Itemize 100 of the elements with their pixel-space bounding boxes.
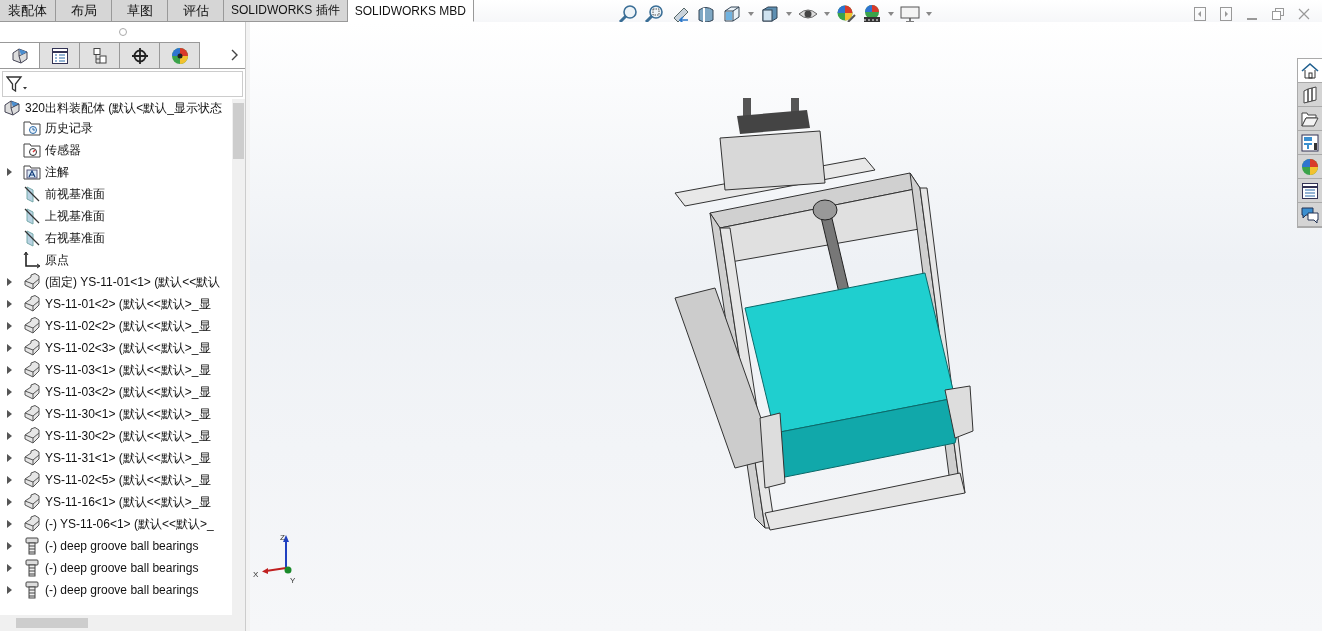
command-tab[interactable]: SOLIDWORKS 插件 — [224, 0, 348, 22]
tree-item[interactable]: 320出料装配体 (默认<默认_显示状态 — [25, 99, 223, 117]
tree-item[interactable]: YS-11-03<1> (默认<<默认>_显 — [45, 361, 211, 379]
filter-field[interactable] — [2, 71, 243, 97]
properties-list-icon — [1301, 181, 1319, 200]
expand-arrow-icon[interactable] — [7, 542, 12, 550]
expand-arrow-icon[interactable] — [7, 278, 12, 286]
command-tab[interactable]: SOLIDWORKS MBD — [347, 0, 475, 22]
tree-item[interactable]: YS-11-02<2> (默认<<默认>_显 — [45, 317, 211, 335]
chevron-right-icon[interactable] — [231, 49, 239, 61]
expand-arrow-icon[interactable] — [7, 564, 12, 572]
expand-arrow-icon[interactable] — [7, 520, 12, 528]
monitor-icon[interactable] — [900, 4, 920, 24]
sensor-folder-icon — [23, 142, 41, 158]
tree-item[interactable]: (-) deep groove ball bearings — [45, 561, 199, 575]
zoom-to-fit-icon[interactable] — [618, 4, 638, 24]
expand-arrow-icon[interactable] — [7, 410, 12, 418]
axis-label: Y — [290, 576, 296, 585]
caret-icon[interactable] — [926, 12, 932, 16]
close-icon[interactable] — [1298, 8, 1310, 20]
command-tab[interactable]: 草图 — [112, 0, 168, 22]
part-icon — [23, 317, 41, 335]
tree-item[interactable]: 前视基准面 — [45, 185, 105, 203]
plane-icon — [23, 207, 41, 225]
part-icon — [23, 383, 41, 401]
tile-left-icon[interactable] — [1194, 7, 1206, 21]
expand-arrow-icon[interactable] — [7, 476, 12, 484]
expand-arrow-icon[interactable] — [7, 322, 12, 330]
panel-tab[interactable] — [40, 42, 80, 68]
expand-arrow-icon[interactable] — [7, 344, 12, 352]
tree-item[interactable]: 传感器 — [45, 141, 81, 159]
expand-arrow-icon[interactable] — [7, 498, 12, 506]
tree-item[interactable]: YS-11-02<3> (默认<<默认>_显 — [45, 339, 211, 357]
apply-scene-icon[interactable] — [862, 4, 882, 24]
command-tab[interactable]: 评估 — [168, 0, 224, 22]
plane-icon — [23, 185, 41, 203]
expand-arrow-icon[interactable] — [7, 454, 12, 462]
expand-arrow-icon[interactable] — [7, 432, 12, 440]
books-icon — [1301, 85, 1319, 104]
part-icon — [23, 427, 41, 445]
part-icon — [23, 339, 41, 357]
horizontal-scrollbar[interactable] — [0, 615, 245, 631]
vertical-scrollbar[interactable] — [232, 99, 245, 615]
tree-item[interactable]: YS-11-16<1> (默认<<默认>_显 — [45, 493, 211, 511]
task-pane-tab[interactable] — [1298, 83, 1322, 107]
bolt-icon — [23, 559, 41, 577]
part-icon — [10, 46, 29, 65]
folder-icon — [1301, 109, 1319, 128]
crosshair-icon — [130, 46, 149, 65]
color-sphere-icon — [170, 46, 189, 65]
caret-icon[interactable] — [748, 12, 754, 16]
caret-icon[interactable] — [786, 12, 792, 16]
part-icon — [23, 515, 41, 533]
home-icon — [1301, 61, 1319, 80]
plane-icon — [23, 229, 41, 247]
task-pane-tab[interactable] — [1298, 131, 1322, 155]
tree-item[interactable]: 历史记录 — [45, 119, 93, 137]
view-orientation-icon[interactable] — [722, 4, 742, 24]
task-pane-tab[interactable] — [1298, 203, 1322, 227]
tree-item[interactable]: YS-11-30<1> (默认<<默认>_显 — [45, 405, 211, 423]
panel-tab[interactable] — [120, 42, 160, 68]
task-pane-tab[interactable] — [1298, 179, 1322, 203]
part-icon — [23, 493, 41, 511]
part-icon — [23, 471, 41, 489]
command-tab[interactable]: 布局 — [56, 0, 112, 22]
list-icon — [50, 46, 69, 65]
expand-arrow-icon[interactable] — [7, 586, 12, 594]
tree-item[interactable]: YS-11-01<2> (默认<<默认>_显 — [45, 295, 211, 313]
tree-item[interactable]: YS-11-30<2> (默认<<默认>_显 — [45, 427, 211, 445]
tree-item[interactable]: YS-11-02<5> (默认<<默认>_显 — [45, 471, 211, 489]
axis-label: X — [253, 570, 259, 579]
expand-arrow-icon[interactable] — [7, 366, 12, 374]
tree-item[interactable]: 原点 — [45, 251, 69, 269]
tree-item[interactable]: 注解 — [45, 163, 69, 181]
tree-item[interactable]: YS-11-31<1> (默认<<默认>_显 — [45, 449, 211, 467]
tree-item[interactable]: (-) YS-11-06<1> (默认<<默认>_ — [45, 515, 214, 533]
tree-item[interactable]: (固定) YS-11-01<1> (默认<<默认 — [45, 273, 221, 291]
display-style-icon[interactable] — [760, 4, 780, 24]
expand-arrow-icon[interactable] — [7, 388, 12, 396]
caret-icon[interactable] — [824, 12, 830, 16]
task-pane-tab[interactable] — [1298, 107, 1322, 131]
tree-item[interactable]: 右视基准面 — [45, 229, 105, 247]
tree-item[interactable]: (-) deep groove ball bearings — [45, 539, 199, 553]
expand-arrow-icon[interactable] — [7, 300, 12, 308]
graphics-viewport[interactable]: Z X Y — [250, 22, 1322, 631]
tree-item[interactable]: (-) deep groove ball bearings — [45, 583, 199, 597]
bolt-icon — [23, 581, 41, 599]
restore-icon[interactable] — [1272, 8, 1284, 20]
origin-icon — [23, 251, 41, 269]
appearance-sphere-icon — [1301, 157, 1319, 176]
expand-arrow-icon[interactable] — [7, 168, 12, 176]
task-pane-tab[interactable] — [1298, 59, 1322, 83]
tree-item[interactable]: YS-11-03<2> (默认<<默认>_显 — [45, 383, 211, 401]
tree-item[interactable]: 上视基准面 — [45, 207, 105, 225]
section-view-icon[interactable] — [696, 4, 716, 24]
tile-right-icon[interactable] — [1220, 7, 1232, 21]
command-tab[interactable]: 装配体 — [0, 0, 56, 22]
caret-icon[interactable] — [888, 12, 894, 16]
part-icon — [23, 449, 41, 467]
part-icon — [23, 361, 41, 379]
